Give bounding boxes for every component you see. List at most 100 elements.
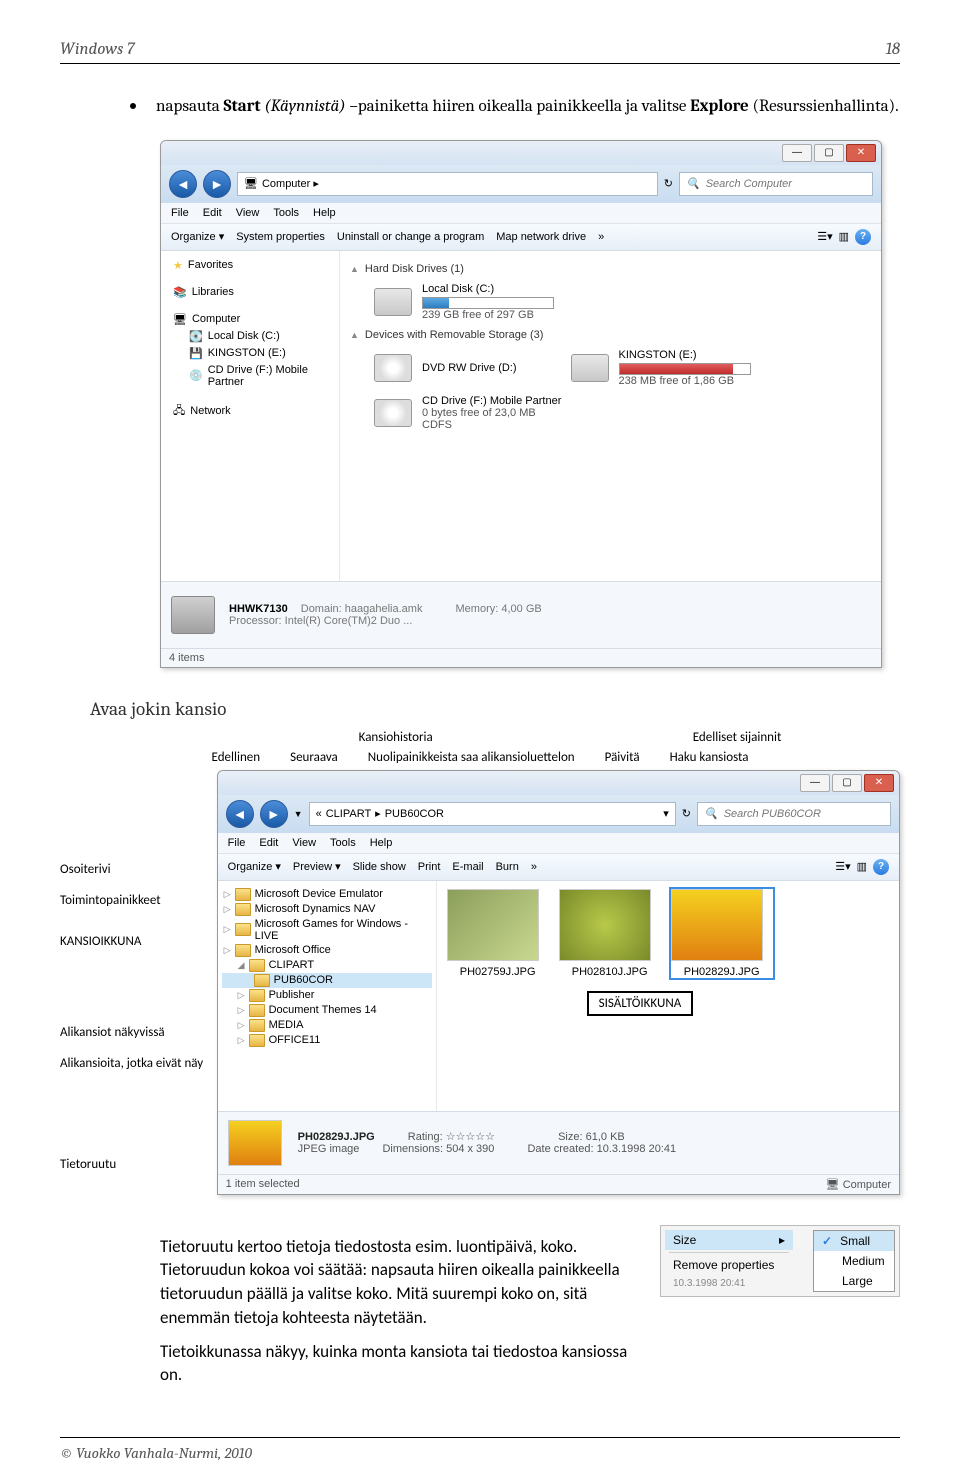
help-icon[interactable]: ?: [873, 859, 889, 875]
computer-icon: 🖥: [826, 1179, 840, 1191]
thumbnail-item[interactable]: PH02810J.JPG: [559, 889, 661, 978]
menu-edit[interactable]: Edit: [259, 837, 278, 849]
tree-item[interactable]: ◢CLIPART: [222, 958, 432, 973]
local-disk-node[interactable]: 💽Local Disk (C:): [165, 328, 335, 345]
menu-tools[interactable]: Tools: [273, 207, 299, 219]
maximize-button[interactable]: ▢: [814, 144, 844, 162]
close-button[interactable]: ✕: [864, 774, 894, 792]
view-icon[interactable]: ☰▾: [835, 860, 850, 873]
refresh-icon[interactable]: ↻: [682, 807, 691, 820]
hdd-group[interactable]: ▲Hard Disk Drives (1): [350, 259, 871, 279]
cd-icon: 💿: [189, 369, 203, 382]
forward-button[interactable]: ►: [203, 170, 231, 198]
tree-item[interactable]: ▷Microsoft Device Emulator: [222, 887, 432, 902]
cd-drive-f[interactable]: CD Drive (F:) Mobile Partner 0 bytes fre…: [350, 391, 871, 435]
dvd-icon: [374, 354, 412, 382]
preview-pane-icon[interactable]: ▥: [857, 860, 867, 873]
callout-top-row: Kansiohistoria Edelliset sijainnit: [60, 730, 900, 745]
close-button[interactable]: ✕: [846, 144, 876, 162]
minimize-button[interactable]: —: [800, 774, 830, 792]
menu-help[interactable]: Help: [313, 207, 336, 219]
tree-item[interactable]: ▷Document Themes 14: [222, 1003, 432, 1018]
search-input[interactable]: 🔍: [679, 172, 873, 196]
cd-drive-node[interactable]: 💿CD Drive (F:) Mobile Partner: [165, 362, 335, 390]
menu-tools[interactable]: Tools: [330, 837, 356, 849]
tree-item[interactable]: ▷OFFICE11: [222, 1033, 432, 1048]
menu-view[interactable]: View: [292, 837, 316, 849]
uninstall-button[interactable]: Uninstall or change a program: [337, 231, 484, 243]
removable-group[interactable]: ▲Devices with Removable Storage (3): [350, 325, 871, 345]
menu-file[interactable]: File: [171, 207, 189, 219]
tree-item[interactable]: ▷Microsoft Dynamics NAV: [222, 902, 432, 917]
organize-button[interactable]: Organize ▾: [228, 860, 281, 873]
page-header: Windows 7 18: [60, 40, 900, 64]
info-paragraph-1: Tietoruutu kertoo tietoja tiedostosta es…: [160, 1235, 630, 1330]
kingston-node[interactable]: 💾KINGSTON (E:): [165, 345, 335, 362]
thumbnail-item[interactable]: PH02829J.JPG: [671, 889, 773, 978]
toolbar: Organize ▾ System properties Uninstall o…: [161, 224, 881, 251]
help-icon[interactable]: ?: [855, 229, 871, 245]
network-node[interactable]: 🖧Network: [165, 400, 335, 423]
titlebar: — ▢ ✕: [218, 771, 899, 795]
info-paragraph-2: Tietoikkunassa näkyy, kuinka monta kansi…: [160, 1340, 630, 1388]
small-option[interactable]: ✓Small: [814, 1231, 894, 1251]
toolbar-more[interactable]: »: [598, 231, 604, 243]
toolbar: Organize ▾ Preview ▾ Slide show Print E-…: [218, 854, 899, 881]
organize-button[interactable]: Organize ▾: [171, 230, 224, 243]
tree-item[interactable]: ▷Microsoft Games for Windows - LIVE: [222, 917, 432, 943]
menu-view[interactable]: View: [236, 207, 260, 219]
menu-file[interactable]: File: [228, 837, 246, 849]
size-menu-item[interactable]: Size▸: [665, 1230, 793, 1250]
computer-node[interactable]: 🖥Computer: [165, 311, 335, 328]
details-pane: PH02829J.JPG Rating: ☆☆☆☆☆ Size: 61,0 KB…: [218, 1111, 899, 1174]
breadcrumb[interactable]: « CLIPART ▸ PUB60COR ▾: [309, 802, 676, 826]
thumbnail-item[interactable]: PH02759J.JPG: [447, 889, 549, 978]
search-icon: 🔍: [686, 177, 700, 190]
folder-icon: [249, 1034, 265, 1047]
computer-icon: 🖥: [244, 177, 258, 190]
tree-item-selected[interactable]: PUB60COR: [222, 973, 432, 988]
print-button[interactable]: Print: [418, 861, 441, 873]
maximize-button[interactable]: ▢: [832, 774, 862, 792]
nav-pane: ★Favorites 📚Libraries 🖥Computer 💽Local D…: [161, 251, 340, 581]
back-button[interactable]: ◄: [226, 800, 254, 828]
tree-item[interactable]: ▷Microsoft Office: [222, 943, 432, 958]
toolbar-more[interactable]: »: [531, 861, 537, 873]
menu-help[interactable]: Help: [370, 837, 393, 849]
folder-icon: [235, 923, 251, 936]
system-properties-button[interactable]: System properties: [236, 231, 325, 243]
page-footer: © Vuokko Vanhala-Nurmi, 2010: [60, 1437, 900, 1462]
libraries-node[interactable]: 📚Libraries: [165, 284, 335, 301]
breadcrumb[interactable]: 🖥 Computer ▸: [237, 172, 658, 196]
kingston-drive[interactable]: KINGSTON (E:) 238 MB free of 1,86 GB: [547, 345, 751, 391]
dvd-drive[interactable]: DVD RW Drive (D:): [350, 345, 517, 391]
usb-drive-icon: [571, 354, 609, 382]
medium-option[interactable]: Medium: [814, 1251, 894, 1271]
address-bar: ◄ ► 🖥 Computer ▸ ↻ 🔍: [161, 165, 881, 203]
map-drive-button[interactable]: Map network drive: [496, 231, 586, 243]
menu-bar: File Edit View Tools Help: [161, 203, 881, 224]
network-icon: 🖧: [173, 402, 185, 421]
large-option[interactable]: Large: [814, 1271, 894, 1291]
tree-item[interactable]: ▷MEDIA: [222, 1018, 432, 1033]
tree-pane: ▷Microsoft Device Emulator ▷Microsoft Dy…: [218, 881, 437, 1111]
email-button[interactable]: E-mail: [452, 861, 483, 873]
favorites-node[interactable]: ★Favorites: [165, 257, 335, 274]
star-icon: ★: [173, 259, 183, 272]
burn-button[interactable]: Burn: [496, 861, 519, 873]
minimize-button[interactable]: —: [782, 144, 812, 162]
preview-pane-icon[interactable]: ▥: [839, 230, 849, 243]
back-button[interactable]: ◄: [169, 170, 197, 198]
address-bar: ◄ ► ▼ « CLIPART ▸ PUB60COR ▾ ↻ 🔍: [218, 795, 899, 833]
menu-bar: File Edit View Tools Help: [218, 833, 899, 854]
tree-item[interactable]: ▷Publisher: [222, 988, 432, 1003]
refresh-icon[interactable]: ↻: [664, 177, 673, 190]
forward-button[interactable]: ►: [260, 800, 288, 828]
slideshow-button[interactable]: Slide show: [353, 861, 406, 873]
menu-edit[interactable]: Edit: [203, 207, 222, 219]
search-input[interactable]: 🔍: [697, 802, 891, 826]
preview-button[interactable]: Preview ▾: [293, 860, 341, 873]
local-disk-drive[interactable]: Local Disk (C:) 239 GB free of 297 GB: [350, 279, 871, 325]
view-icon[interactable]: ☰▾: [817, 230, 832, 243]
remove-properties-item[interactable]: Remove properties: [665, 1255, 793, 1275]
